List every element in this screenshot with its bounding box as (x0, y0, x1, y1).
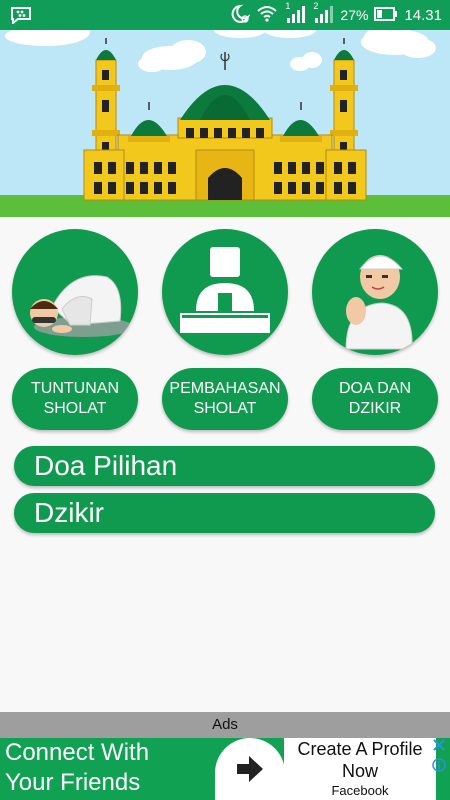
ad-cta[interactable]: Create A Profile Now Facebook (284, 738, 436, 800)
battery-percent: 27% (340, 7, 369, 23)
doa-dan-dzikir-button[interactable]: DOA DAN DZIKIR (312, 368, 438, 430)
doa-dzikir-image-button[interactable] (312, 229, 438, 355)
sim1-label: 1 (285, 0, 291, 11)
praying-man-icon (345, 255, 413, 350)
ad-info-icon[interactable] (432, 758, 446, 772)
status-indicators: 1 2 27% 14.31 (228, 0, 442, 27)
sim2-label: 2 (313, 0, 319, 11)
main-menu: TUNTUNAN SHOLAT PEMBAHASAN SHOLAT DOA DA… (0, 217, 450, 712)
wifi-icon (256, 4, 278, 27)
dzikir-button[interactable]: Dzikir (14, 493, 435, 533)
ad-headline[interactable]: Connect With Your Friends (5, 738, 149, 798)
arrow-right-icon (237, 756, 263, 782)
ad-headline-line2: Your Friends (5, 769, 141, 796)
ad-headline-line1: Connect With (5, 739, 150, 766)
person-at-podium-icon (180, 247, 270, 333)
ad-arrow-button[interactable] (215, 738, 285, 800)
doa-pilihan-label: Doa Pilihan (34, 450, 178, 481)
doa-dan-dzikir-label: DOA DAN DZIKIR (338, 380, 411, 417)
ad-banner[interactable]: Connect With Your Friends Create A Profi… (0, 738, 450, 800)
mosque-banner (0, 30, 450, 217)
signal-sim2-icon: 2 (312, 0, 334, 27)
clock: 14.31 (404, 6, 442, 24)
battery-icon (374, 6, 398, 25)
bbm-icon (10, 6, 32, 26)
signal-sim1-icon: 1 (284, 0, 306, 27)
pembahasan-sholat-button[interactable]: PEMBAHASAN SHOLAT (162, 368, 288, 430)
doa-pilihan-button[interactable]: Doa Pilihan (14, 446, 435, 486)
ad-close-icon[interactable] (432, 738, 446, 752)
tuntunan-sholat-image-button[interactable] (12, 229, 138, 355)
ad-advertiser: Facebook (331, 783, 389, 798)
ad-cta-line2: Now (341, 761, 378, 781)
do-not-disturb-icon (228, 4, 251, 27)
tuntunan-sholat-button[interactable]: TUNTUNAN SHOLAT (12, 368, 138, 430)
pembahasan-sholat-image-button[interactable] (162, 229, 288, 355)
pembahasan-sholat-label: PEMBAHASAN SHOLAT (169, 380, 281, 417)
dzikir-label: Dzikir (34, 497, 104, 528)
ads-label: Ads (0, 712, 450, 738)
prostrating-man-icon (30, 275, 134, 337)
status-bar: 1 2 27% 14.31 (0, 0, 450, 30)
tuntunan-sholat-label: TUNTUNAN SHOLAT (31, 380, 119, 417)
ad-cta-line1: Create A Profile (297, 739, 423, 759)
